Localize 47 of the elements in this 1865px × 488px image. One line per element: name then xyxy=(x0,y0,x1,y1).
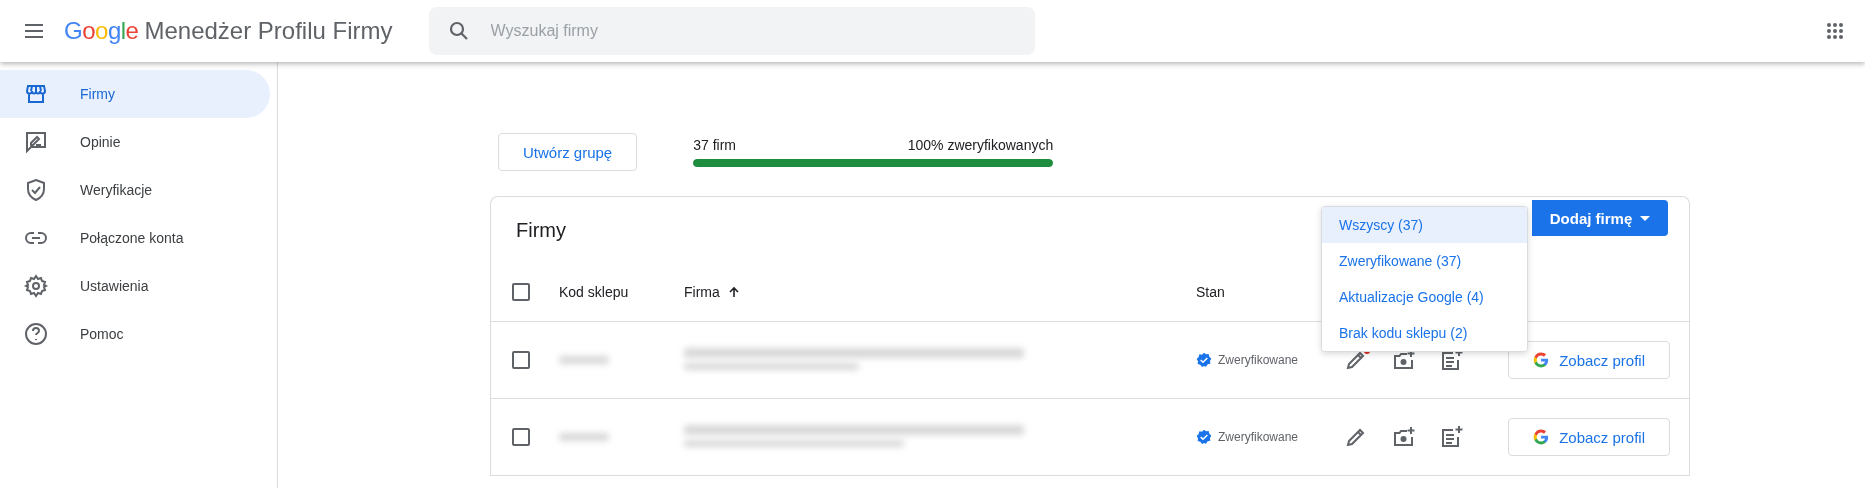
menu-item[interactable]: Zweryfikowane (37) xyxy=(1322,243,1527,279)
checkbox[interactable] xyxy=(512,428,530,446)
sidebar-item[interactable]: Opinie xyxy=(0,118,270,166)
caret-icon xyxy=(1640,215,1651,221)
sidebar-item[interactable]: Weryfikacje xyxy=(0,166,270,214)
verified-badge-icon xyxy=(1196,429,1212,445)
google-g-icon xyxy=(1533,428,1550,446)
sidebar-item[interactable]: Firmy xyxy=(0,70,270,118)
add-post-icon xyxy=(1440,425,1464,449)
sidebar-label: Opinie xyxy=(80,134,121,150)
shield-check-icon xyxy=(24,178,48,202)
sidebar-label: Pomoc xyxy=(80,326,124,342)
help-icon xyxy=(24,322,48,346)
status-label: Zweryfikowane xyxy=(1196,352,1344,368)
business-count: 37 firm xyxy=(693,137,736,153)
menu-item[interactable]: Wszyscy (37) xyxy=(1322,207,1527,243)
verified-badge-icon xyxy=(1196,352,1212,368)
sidebar-item[interactable]: Pomoc xyxy=(0,310,270,358)
create-group-button[interactable]: Utwórz grupę xyxy=(498,133,638,171)
add-business-button[interactable]: Dodaj firmę xyxy=(1532,200,1668,236)
menu-item[interactable]: Aktualizacje Google (4) xyxy=(1322,279,1527,315)
store-icon xyxy=(24,82,48,106)
redacted-text xyxy=(559,433,609,441)
sidebar-item[interactable]: Ustawienia xyxy=(0,262,270,310)
google-g-icon xyxy=(1533,351,1550,369)
redacted-text xyxy=(559,356,609,364)
add-photo-icon xyxy=(1392,425,1416,449)
settings-icon xyxy=(24,274,48,298)
card-title: Firmy xyxy=(516,218,566,242)
status-label: Zweryfikowane xyxy=(1196,429,1344,445)
sidebar-label: Weryfikacje xyxy=(80,182,153,198)
sidebar-label: Ustawienia xyxy=(80,278,149,294)
sidebar-label: Połączone konta xyxy=(80,230,184,246)
add-photo-button[interactable] xyxy=(1392,425,1416,449)
column-header[interactable]: Kod sklepu xyxy=(559,284,684,300)
sidebar-item[interactable]: Połączone konta xyxy=(0,214,270,262)
view-profile-button[interactable]: Zobacz profil xyxy=(1508,341,1670,379)
sidebar-label: Firmy xyxy=(80,86,115,102)
column-header[interactable]: Firma xyxy=(684,284,1196,300)
view-profile-button[interactable]: Zobacz profil xyxy=(1508,418,1670,456)
checkbox[interactable] xyxy=(512,283,530,301)
app-title: Menedżer Profilu Firmy xyxy=(144,17,393,45)
google-logo[interactable]: Google xyxy=(64,17,139,45)
review-icon xyxy=(24,130,48,154)
checkbox[interactable] xyxy=(512,351,530,369)
verified-share: 100% zweryfikowanych xyxy=(907,137,1054,153)
add-post-button[interactable] xyxy=(1440,425,1464,449)
